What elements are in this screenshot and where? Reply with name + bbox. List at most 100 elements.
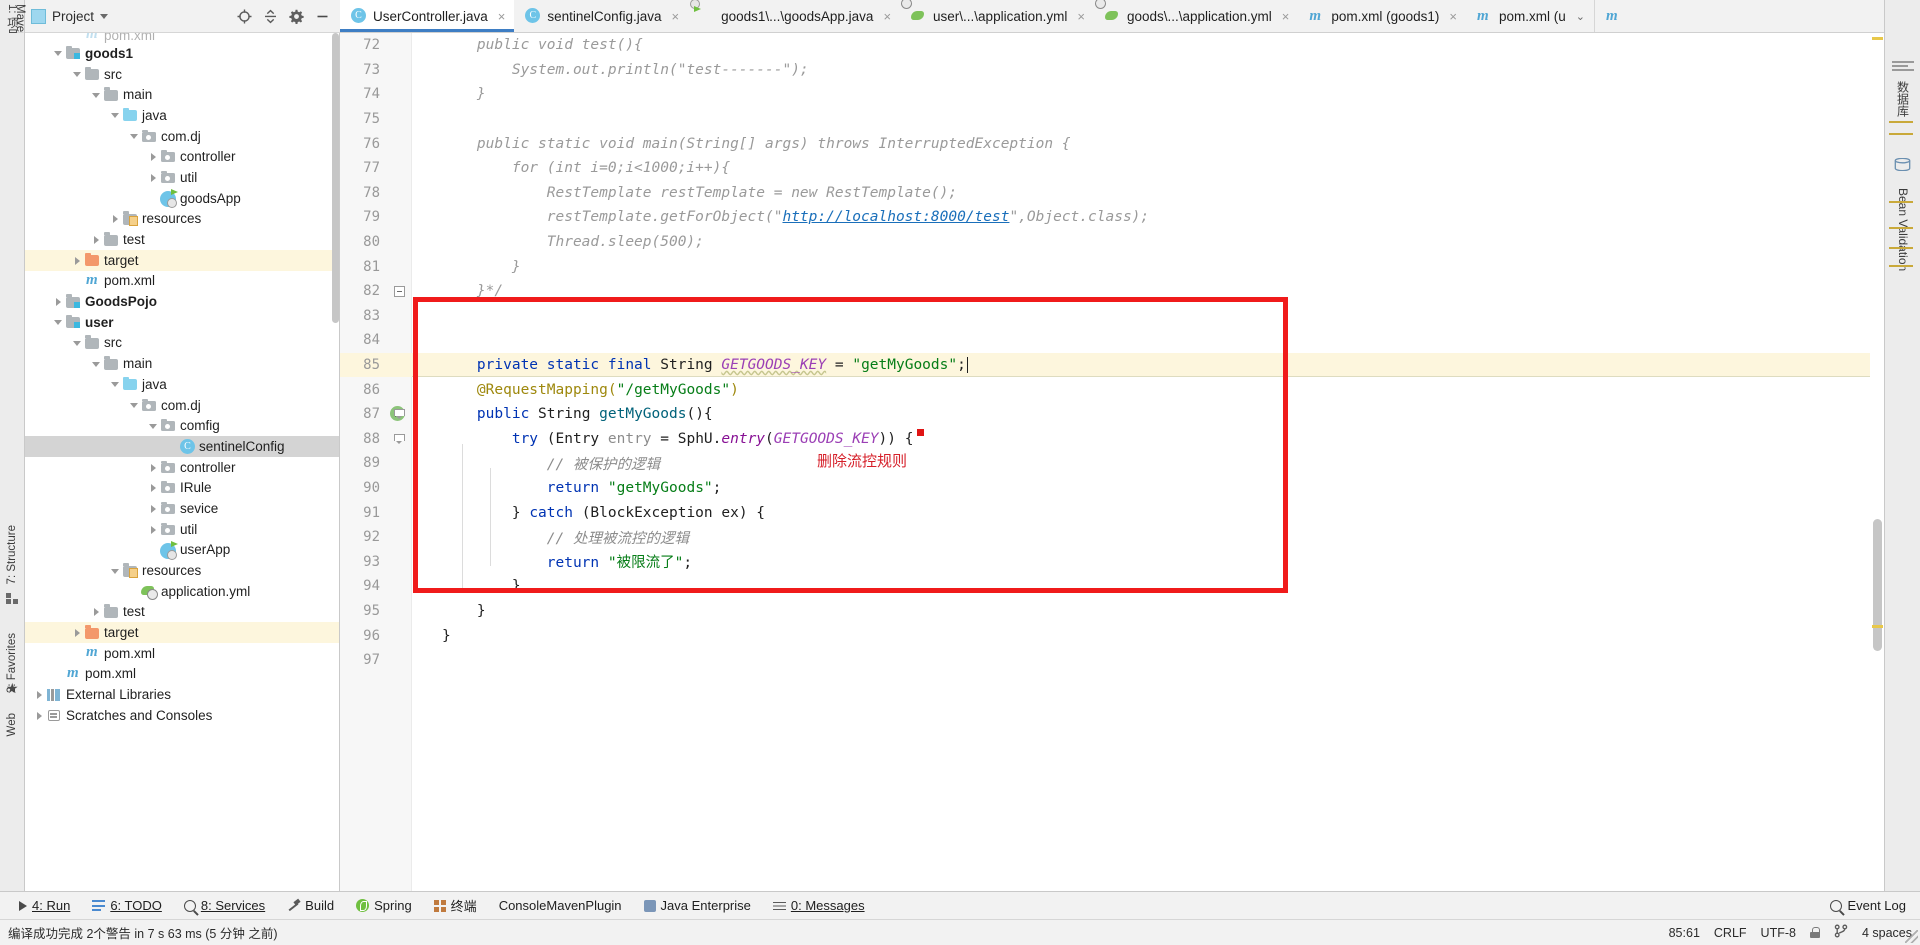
tool-window-todo[interactable]: 6: TODO — [81, 892, 173, 919]
chevron-down-icon[interactable]: ⌄ — [1576, 10, 1585, 23]
code-line[interactable]: 74 } — [340, 82, 1884, 107]
gutter-marks[interactable] — [386, 648, 412, 673]
tree-node[interactable]: IRule — [25, 477, 339, 498]
code-line[interactable]: 91 } catch (BlockException ex) { — [340, 500, 1884, 525]
close-icon[interactable]: × — [498, 9, 506, 24]
tree-node[interactable]: test — [25, 602, 339, 623]
tool-window-spring[interactable]: Spring — [345, 892, 423, 919]
tree-node[interactable]: resources — [25, 209, 339, 230]
scrollbar-thumb[interactable] — [1873, 519, 1882, 651]
file-encoding[interactable]: UTF-8 — [1761, 926, 1796, 940]
tree-collapse-arrow[interactable] — [128, 130, 141, 143]
gutter-marks[interactable] — [386, 205, 412, 230]
tree-expand-arrow[interactable] — [147, 502, 160, 515]
tree-node[interactable]: util — [25, 519, 339, 540]
gutter-marks[interactable] — [386, 500, 412, 525]
editor-tab-strip[interactable]: C UserController.java × C sentinelConfig… — [340, 0, 1884, 33]
tree-node[interactable]: goodsApp — [25, 188, 339, 209]
tree-node[interactable]: resources — [25, 560, 339, 581]
code-line[interactable]: 79 restTemplate.getForObject("http://loc… — [340, 205, 1884, 230]
tree-expand-arrow[interactable] — [52, 295, 65, 308]
tree-node[interactable]: user — [25, 312, 339, 333]
tree-node[interactable]: com.dj — [25, 126, 339, 147]
tree-node[interactable]: src — [25, 333, 339, 354]
code-line[interactable]: 95 } — [340, 599, 1884, 624]
code-line[interactable]: 83 — [340, 304, 1884, 329]
tree-node[interactable]: com.dj — [25, 395, 339, 416]
tool-window-services[interactable]: 8: Services — [173, 892, 276, 919]
code-line[interactable]: 82 }*/ — [340, 279, 1884, 304]
code-line[interactable]: 87 public String getMyGoods(){ — [340, 402, 1884, 427]
tree-collapse-arrow[interactable] — [90, 357, 103, 370]
editor-tab-6[interactable]: m pom.xml (u ⌄ — [1466, 0, 1594, 32]
editor-tab-1[interactable]: C sentinelConfig.java × — [514, 0, 688, 32]
code-line[interactable]: 76 public static void main(String[] args… — [340, 131, 1884, 156]
line-separator[interactable]: CRLF — [1714, 926, 1747, 940]
editor-tab-5[interactable]: m pom.xml (goods1) × — [1298, 0, 1466, 32]
tool-window-java-enterprise[interactable]: Java Enterprise — [633, 892, 762, 919]
tree-collapse-arrow[interactable] — [90, 88, 103, 101]
editor-tab-0[interactable]: C UserController.java × — [340, 0, 515, 32]
code-line[interactable]: 94 } — [340, 574, 1884, 599]
code-line[interactable]: 92 // 处理被流控的逻辑 — [340, 525, 1884, 550]
editor-tab-4[interactable]: goods\...\application.yml × — [1094, 0, 1298, 32]
tree-node[interactable]: userApp — [25, 540, 339, 561]
code-line[interactable]: 80 Thread.sleep(500); — [340, 230, 1884, 255]
gutter-marks[interactable] — [386, 549, 412, 574]
tree-scrollbar-thumb[interactable] — [332, 33, 339, 323]
tree-collapse-arrow[interactable] — [52, 316, 65, 329]
tree-collapse-arrow[interactable] — [52, 47, 65, 60]
tree-expand-arrow[interactable] — [147, 481, 160, 494]
collapse-all-icon[interactable] — [263, 9, 278, 24]
tree-expand-arrow[interactable] — [147, 523, 160, 536]
code-line[interactable]: 73 System.out.println("test-------"); — [340, 58, 1884, 83]
tool-window-messages[interactable]: 0: Messages — [762, 892, 876, 919]
tree-node[interactable]: target — [25, 249, 339, 271]
tree-collapse-arrow[interactable] — [71, 68, 84, 81]
gutter-marks[interactable] — [386, 599, 412, 624]
left-rail-structure[interactable]: 7: Structure — [6, 525, 18, 584]
fold-collapse-icon[interactable] — [394, 285, 405, 297]
minimize-icon[interactable] — [315, 9, 330, 24]
tree-node[interactable]: util — [25, 167, 339, 188]
chevron-down-icon[interactable] — [100, 13, 109, 19]
tree-node[interactable]: goods1 — [25, 43, 339, 64]
tree-node[interactable]: java — [25, 374, 339, 395]
code-editor[interactable]: 72 public void test(){73 System.out.prin… — [340, 33, 1884, 891]
editor-scrollbar[interactable] — [1870, 33, 1884, 891]
tree-expand-arrow[interactable] — [90, 233, 103, 246]
code-line[interactable]: 85 private static final String GETGOODS_… — [340, 352, 1884, 378]
tool-window-terminal[interactable]: 终端 — [423, 892, 488, 919]
gutter-marks[interactable] — [386, 353, 412, 378]
gutter-marks[interactable] — [386, 623, 412, 648]
tree-collapse-arrow[interactable] — [147, 419, 160, 432]
fold-region-icon[interactable] — [394, 433, 405, 445]
code-line[interactable]: 75 — [340, 107, 1884, 132]
code-line[interactable]: 78 RestTemplate restTemplate = new RestT… — [340, 181, 1884, 206]
tree-expand-arrow[interactable] — [33, 688, 46, 701]
gutter-marks[interactable] — [386, 574, 412, 599]
code-line[interactable]: 89 // 被保护的逻辑 — [340, 451, 1884, 476]
tree-node[interactable]: target — [25, 622, 339, 643]
code-line[interactable]: 90 return "getMyGoods"; — [340, 476, 1884, 501]
tool-window-console-maven-plugin[interactable]: ConsoleMavenPlugin — [488, 892, 633, 919]
tool-window-run[interactable]: 4: Run — [8, 892, 81, 919]
close-icon[interactable]: × — [1077, 9, 1085, 24]
code-line[interactable]: 84 — [340, 328, 1884, 353]
tree-collapse-arrow[interactable] — [109, 378, 122, 391]
code-line[interactable]: 72 public void test(){ — [340, 33, 1884, 58]
tree-expand-arrow[interactable] — [90, 605, 103, 618]
project-tree[interactable]: m pom.xml goods1 src main java com.dj controlle… — [25, 33, 340, 891]
code-line[interactable]: 88 try (Entry entry = SphU.entry(GETGOOD… — [340, 427, 1884, 452]
gutter-marks[interactable] — [386, 402, 412, 427]
tree-node[interactable]: m pom.xml — [25, 33, 339, 43]
tree-expand-arrow[interactable] — [71, 626, 84, 639]
settings-gear-icon[interactable] — [289, 9, 304, 24]
gutter-marks[interactable] — [386, 33, 412, 58]
event-log-button[interactable]: Event Log — [1819, 892, 1920, 919]
tree-node[interactable]: controller — [25, 146, 339, 167]
close-icon[interactable]: × — [1449, 9, 1457, 24]
gutter-marks[interactable] — [386, 427, 412, 452]
tree-expand-arrow[interactable] — [33, 709, 46, 722]
tree-node[interactable]: main — [25, 353, 339, 374]
